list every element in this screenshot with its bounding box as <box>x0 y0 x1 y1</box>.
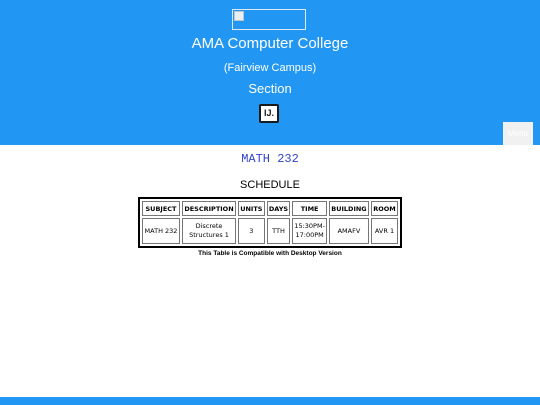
cell-building: AMAFV <box>328 218 369 244</box>
table-row: MATH 232 Discrete Structures 1 3 TTH 15:… <box>142 218 398 244</box>
cell-days: TTH <box>266 218 291 244</box>
column-header-room: ROOM <box>370 201 398 216</box>
footer-bar <box>0 397 540 405</box>
column-header-units: UNITS <box>238 201 265 216</box>
section-badge: IJ. <box>259 104 279 123</box>
column-header-subject: SUBJECT <box>142 201 180 216</box>
section-label: Section <box>248 81 292 96</box>
college-name: AMA Computer College <box>191 35 349 52</box>
cell-description: Discrete Structures 1 <box>182 218 236 244</box>
column-header-days: DAYS <box>266 201 291 216</box>
header-banner: AMA Computer College (Fairview Campus) S… <box>0 0 540 145</box>
compatibility-note: This Table is Compatible with Desktop Ve… <box>198 250 342 257</box>
menu-button[interactable]: Menu <box>503 122 533 145</box>
course-code: MATH 232 <box>241 152 299 166</box>
cell-units: 3 <box>238 218 265 244</box>
column-header-description: DESCRIPTION <box>182 201 236 216</box>
campus-name: (Fairview Campus) <box>223 62 317 74</box>
table-header-row: SUBJECT DESCRIPTION UNITS DAYS TIME BUIL… <box>142 201 398 216</box>
cell-subject: MATH 232 <box>142 218 180 244</box>
cell-room: AVR 1 <box>370 218 398 244</box>
page: AMA Computer College (Fairview Campus) S… <box>0 0 540 405</box>
cell-time: 15:30PM-17:00PM <box>292 218 327 244</box>
column-header-time: TIME <box>292 201 327 216</box>
schedule-table: SUBJECT DESCRIPTION UNITS DAYS TIME BUIL… <box>138 197 402 248</box>
column-header-building: BUILDING <box>328 201 369 216</box>
schedule-title: SCHEDULE <box>240 179 300 191</box>
college-logo-image <box>232 9 306 30</box>
